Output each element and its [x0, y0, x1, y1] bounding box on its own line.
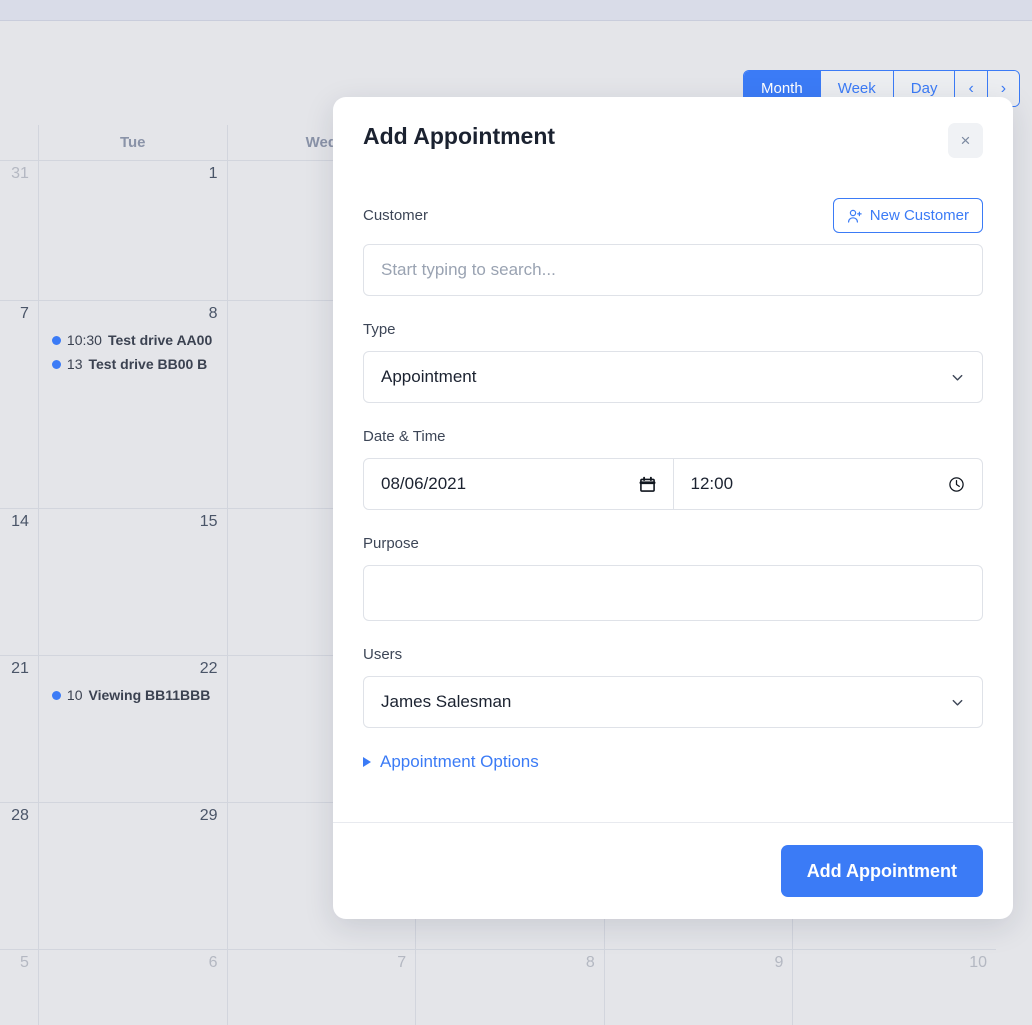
chevron-down-icon	[950, 370, 965, 385]
calendar-day-number: 21	[11, 660, 29, 677]
calendar-day-number: 31	[11, 165, 29, 182]
appointment-options-toggle[interactable]: Appointment Options	[363, 752, 539, 772]
add-appointment-submit-button[interactable]: Add Appointment	[780, 845, 983, 897]
appointment-options-label: Appointment Options	[380, 752, 539, 771]
modal-header: Add Appointment ×	[333, 97, 1013, 158]
event-time: 10	[66, 687, 83, 703]
calendar-day-cell[interactable]: 14	[0, 509, 39, 655]
new-customer-button[interactable]: New Customer	[832, 198, 983, 233]
event-title: Viewing BB11BBB	[88, 687, 211, 703]
clock-icon[interactable]	[948, 476, 965, 493]
type-select[interactable]: Appointment	[363, 351, 983, 403]
event-time: 10:30	[66, 332, 102, 348]
calendar-day-cell[interactable]: 7	[228, 950, 417, 1025]
purpose-label: Purpose	[363, 534, 419, 552]
time-value: 12:00	[690, 474, 734, 493]
customer-field-head: Customer New Customer	[363, 198, 983, 233]
type-field-head: Type	[363, 318, 983, 340]
calendar-day-number: 10	[969, 954, 988, 971]
triangle-right-icon	[363, 757, 371, 767]
browser-top-strip	[0, 0, 1032, 21]
calendar-day-cell[interactable]: 28	[0, 803, 39, 949]
calendar-day-number: 28	[11, 807, 29, 824]
calendar-event[interactable]: 13 Test drive BB00 B	[51, 356, 227, 372]
calendar-day-cell[interactable]: 1	[39, 161, 228, 300]
calendar-day-number: 15	[199, 513, 218, 530]
calendar-day-cell[interactable]: 22 10 Viewing BB11BBB	[39, 656, 228, 802]
calendar-day-cell[interactable]: 5	[0, 950, 39, 1025]
calendar-day-cell[interactable]: 7	[0, 301, 39, 508]
calendar-day-number: 22	[199, 660, 218, 677]
datetime-row: 08/06/2021 12:00	[363, 458, 983, 510]
date-value: 08/06/2021	[381, 474, 467, 493]
event-dot-icon	[51, 690, 61, 700]
customer-label: Customer	[363, 207, 429, 224]
calendar-event[interactable]: 10 Viewing BB11BBB	[51, 687, 227, 703]
field-customer: Customer New Customer Start typing to se…	[363, 198, 983, 296]
calendar-day-cell[interactable]: 31	[0, 161, 39, 300]
close-icon[interactable]: ×	[948, 123, 983, 158]
modal-body: Customer New Customer Start typing to se…	[333, 158, 1013, 822]
calendar-day-cell[interactable]: 9	[605, 950, 794, 1025]
modal-title: Add Appointment	[363, 123, 556, 149]
datetime-field-head: Date & Time	[363, 425, 983, 447]
event-title: Test drive BB00 B	[88, 356, 208, 372]
calendar-day-number: 6	[208, 954, 218, 971]
calendar-day-number: 5	[20, 954, 29, 971]
calendar-week-row: 5 6 7 8 9 10	[0, 950, 996, 1025]
weekday-header-cell: Tue	[39, 125, 228, 160]
calendar-day-cell[interactable]: 29	[39, 803, 228, 949]
users-label: Users	[363, 645, 403, 663]
calendar-day-cell[interactable]: 21	[0, 656, 39, 802]
date-input[interactable]: 08/06/2021	[364, 459, 674, 509]
calendar-day-number: 9	[774, 954, 784, 971]
modal-footer: Add Appointment	[333, 822, 1013, 919]
customer-search-input[interactable]: Start typing to search...	[363, 244, 983, 296]
event-time: 13	[66, 356, 83, 372]
field-type: Type Appointment	[363, 318, 983, 403]
users-field-head: Users	[363, 643, 983, 665]
calendar-day-number: 29	[199, 807, 218, 824]
calendar-day-number: 8	[208, 305, 218, 322]
calendar-day-number: 14	[11, 513, 29, 530]
calendar-day-cell[interactable]: 8 10:30 Test drive AA00 13 Test drive BB00 B	[39, 301, 228, 508]
calendar-day-number: 8	[585, 954, 595, 971]
calendar-day-cell[interactable]: 8	[416, 950, 605, 1025]
calendar-day-number: 7	[20, 305, 29, 322]
field-users: Users James Salesman	[363, 643, 983, 728]
calendar-day-cell[interactable]: 6	[39, 950, 228, 1025]
event-dot-icon	[51, 335, 61, 345]
calendar-day-number: 7	[397, 954, 407, 971]
users-select-value: James Salesman	[381, 692, 512, 711]
type-select-value: Appointment	[381, 367, 477, 386]
event-dot-icon	[51, 359, 61, 369]
calendar-event[interactable]: 10:30 Test drive AA00	[51, 332, 227, 348]
calendar-day-cell[interactable]: 10	[793, 950, 996, 1025]
calendar-day-events: 10 Viewing BB11BBB	[39, 687, 227, 703]
calendar-day-cell[interactable]: 15	[39, 509, 228, 655]
calendar-day-events: 10:30 Test drive AA00 13 Test drive BB00 B	[39, 332, 227, 372]
type-label: Type	[363, 320, 396, 338]
purpose-textarea[interactable]	[363, 565, 983, 621]
chevron-down-icon	[950, 695, 965, 710]
new-customer-label: New Customer	[869, 207, 969, 224]
calendar-day-number: 1	[208, 165, 218, 182]
time-input[interactable]: 12:00	[674, 459, 983, 509]
field-datetime: Date & Time 08/06/2021 12:00	[363, 425, 983, 510]
add-appointment-modal: Add Appointment × Customer New Customer …	[333, 97, 1013, 919]
calendar-icon[interactable]	[639, 476, 656, 493]
user-plus-icon	[847, 208, 863, 224]
event-title: Test drive AA00	[107, 332, 213, 348]
users-select[interactable]: James Salesman	[363, 676, 983, 728]
purpose-field-head: Purpose	[363, 532, 983, 554]
datetime-label: Date & Time	[363, 427, 446, 445]
field-purpose: Purpose	[363, 532, 983, 621]
weekday-header-cell	[0, 125, 39, 160]
